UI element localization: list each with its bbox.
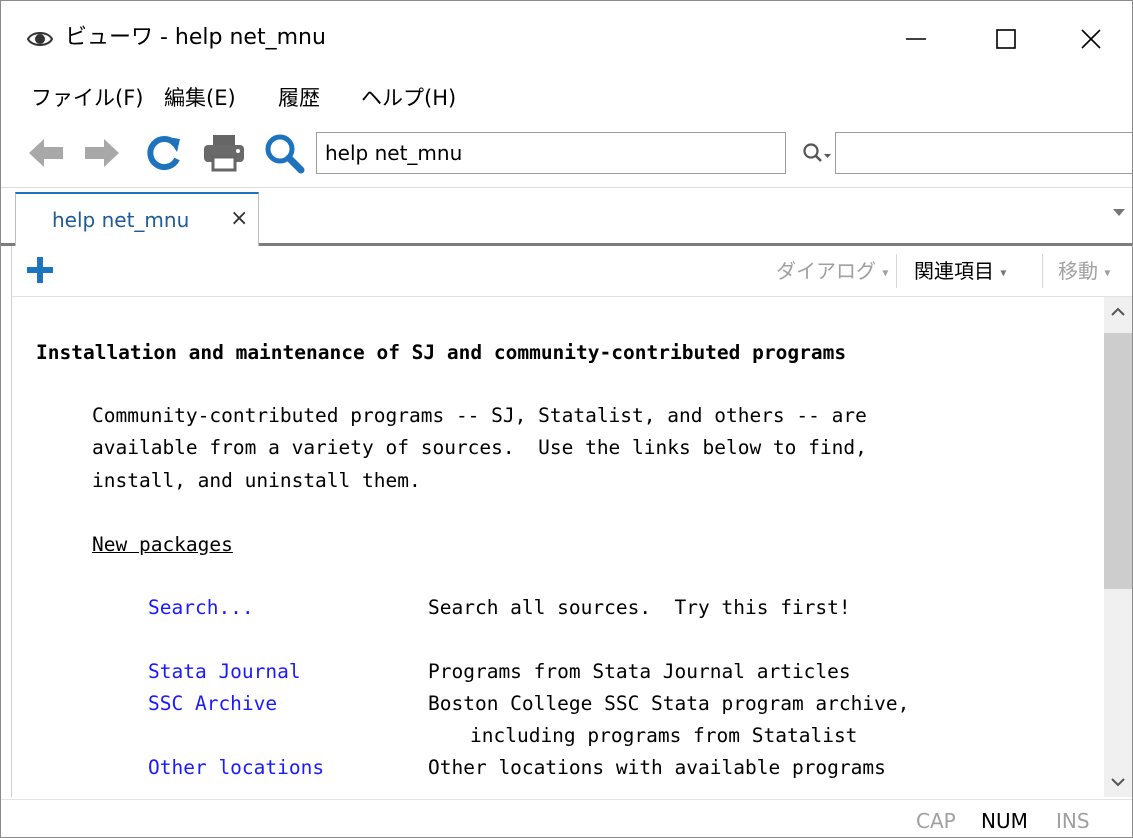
scroll-down-button[interactable]	[1104, 767, 1132, 797]
eye-icon	[27, 32, 53, 46]
section-title: New packages	[92, 533, 233, 556]
back-button[interactable]	[23, 131, 69, 175]
toolbar: help net_mnu	[1, 119, 1132, 188]
link-search[interactable]: Search...	[148, 592, 254, 624]
status-ins: INS	[1056, 809, 1090, 833]
help-subbar: ダイアログ ▾ 関連項目 ▾ 移動 ▾	[11, 246, 1132, 297]
maximize-icon	[996, 29, 1016, 49]
status-num: NUM	[981, 809, 1028, 833]
menu-edit[interactable]: 編集(E)	[164, 83, 236, 113]
new-tab-plus-icon[interactable]	[24, 254, 56, 286]
help-content: Installation and maintenance of SJ and c…	[11, 297, 1105, 797]
status-cap: CAP	[916, 809, 956, 833]
command-input[interactable]: help net_mnu	[316, 132, 786, 174]
dialog-dropdown[interactable]: ダイアログ ▾	[776, 256, 888, 288]
chevron-down-icon: ▾	[1104, 265, 1111, 280]
intro-line: Community-contributed programs -- SJ, St…	[92, 404, 867, 427]
scroll-up-button[interactable]	[1104, 297, 1132, 327]
find-input[interactable]	[835, 132, 1132, 174]
related-label: 関連項目	[914, 259, 994, 283]
status-bar: CAP NUM INS	[1, 799, 1132, 837]
vertical-scrollbar[interactable]	[1104, 297, 1132, 797]
close-window-button[interactable]	[1046, 1, 1132, 77]
title-bar: ビューワ - help net_mnu	[1, 1, 1132, 77]
help-heading: Installation and maintenance of SJ and c…	[36, 341, 847, 364]
intro-line: available from a variety of sources. Use…	[92, 436, 867, 459]
find-search-icon[interactable]	[801, 141, 835, 165]
forward-button[interactable]	[79, 131, 125, 175]
chevron-down-icon	[1111, 778, 1125, 787]
back-arrow-icon	[29, 139, 63, 167]
intro-line: install, and uninstall them.	[92, 469, 421, 492]
menu-history[interactable]: 履歴	[278, 83, 320, 113]
dialog-label: ダイアログ	[776, 259, 876, 283]
separator	[896, 254, 897, 288]
move-label: 移動	[1058, 259, 1098, 283]
close-icon	[1081, 29, 1101, 49]
menu-file[interactable]: ファイル(F)	[31, 83, 143, 113]
window-title: ビューワ - help net_mnu	[65, 25, 326, 50]
separator	[1042, 254, 1043, 288]
link-description: including programs from Statalist	[470, 724, 858, 747]
link-description: Other locations with available programs	[428, 756, 886, 779]
tab-label: help net_mnu	[52, 208, 190, 232]
link-other-locations[interactable]: Other locations	[148, 752, 324, 784]
menu-bar: ファイル(F) 編集(E) 履歴 ヘルプ(H)	[1, 77, 1132, 119]
tab-close-icon[interactable]: ×	[230, 206, 248, 231]
tab-strip: help net_mnu ×	[1, 187, 1132, 246]
related-items-dropdown[interactable]: 関連項目 ▾	[914, 256, 1006, 288]
chevron-down-icon: ▾	[882, 265, 889, 280]
search-button[interactable]	[261, 131, 307, 175]
link-stata-journal[interactable]: Stata Journal	[148, 656, 301, 688]
refresh-button[interactable]	[141, 131, 187, 175]
print-icon	[204, 135, 244, 172]
link-description: Search all sources. Try this first!	[428, 596, 851, 619]
link-ssc-archive[interactable]: SSC Archive	[148, 688, 277, 720]
refresh-icon	[147, 136, 180, 171]
viewer-window: ビューワ - help net_mnu ファイル(F) 編集(E) 履歴 ヘルプ…	[0, 0, 1133, 838]
tab-help-net-mnu[interactable]: help net_mnu ×	[15, 192, 259, 246]
search-icon	[265, 134, 305, 174]
tab-list-dropdown-icon[interactable]	[1113, 209, 1125, 217]
move-dropdown[interactable]: 移動 ▾	[1058, 256, 1110, 288]
link-description: Boston College SSC Stata program archive…	[428, 692, 910, 715]
menu-help[interactable]: ヘルプ(H)	[361, 83, 456, 113]
scroll-thumb[interactable]	[1104, 333, 1132, 589]
maximize-button[interactable]	[961, 1, 1051, 77]
forward-arrow-icon	[85, 139, 119, 167]
minimize-button[interactable]	[871, 1, 961, 77]
link-description: Programs from Stata Journal articles	[428, 660, 851, 683]
chevron-down-icon: ▾	[1000, 265, 1007, 280]
minimize-icon	[906, 38, 926, 40]
print-button[interactable]	[201, 131, 247, 175]
chevron-up-icon	[1111, 307, 1125, 316]
